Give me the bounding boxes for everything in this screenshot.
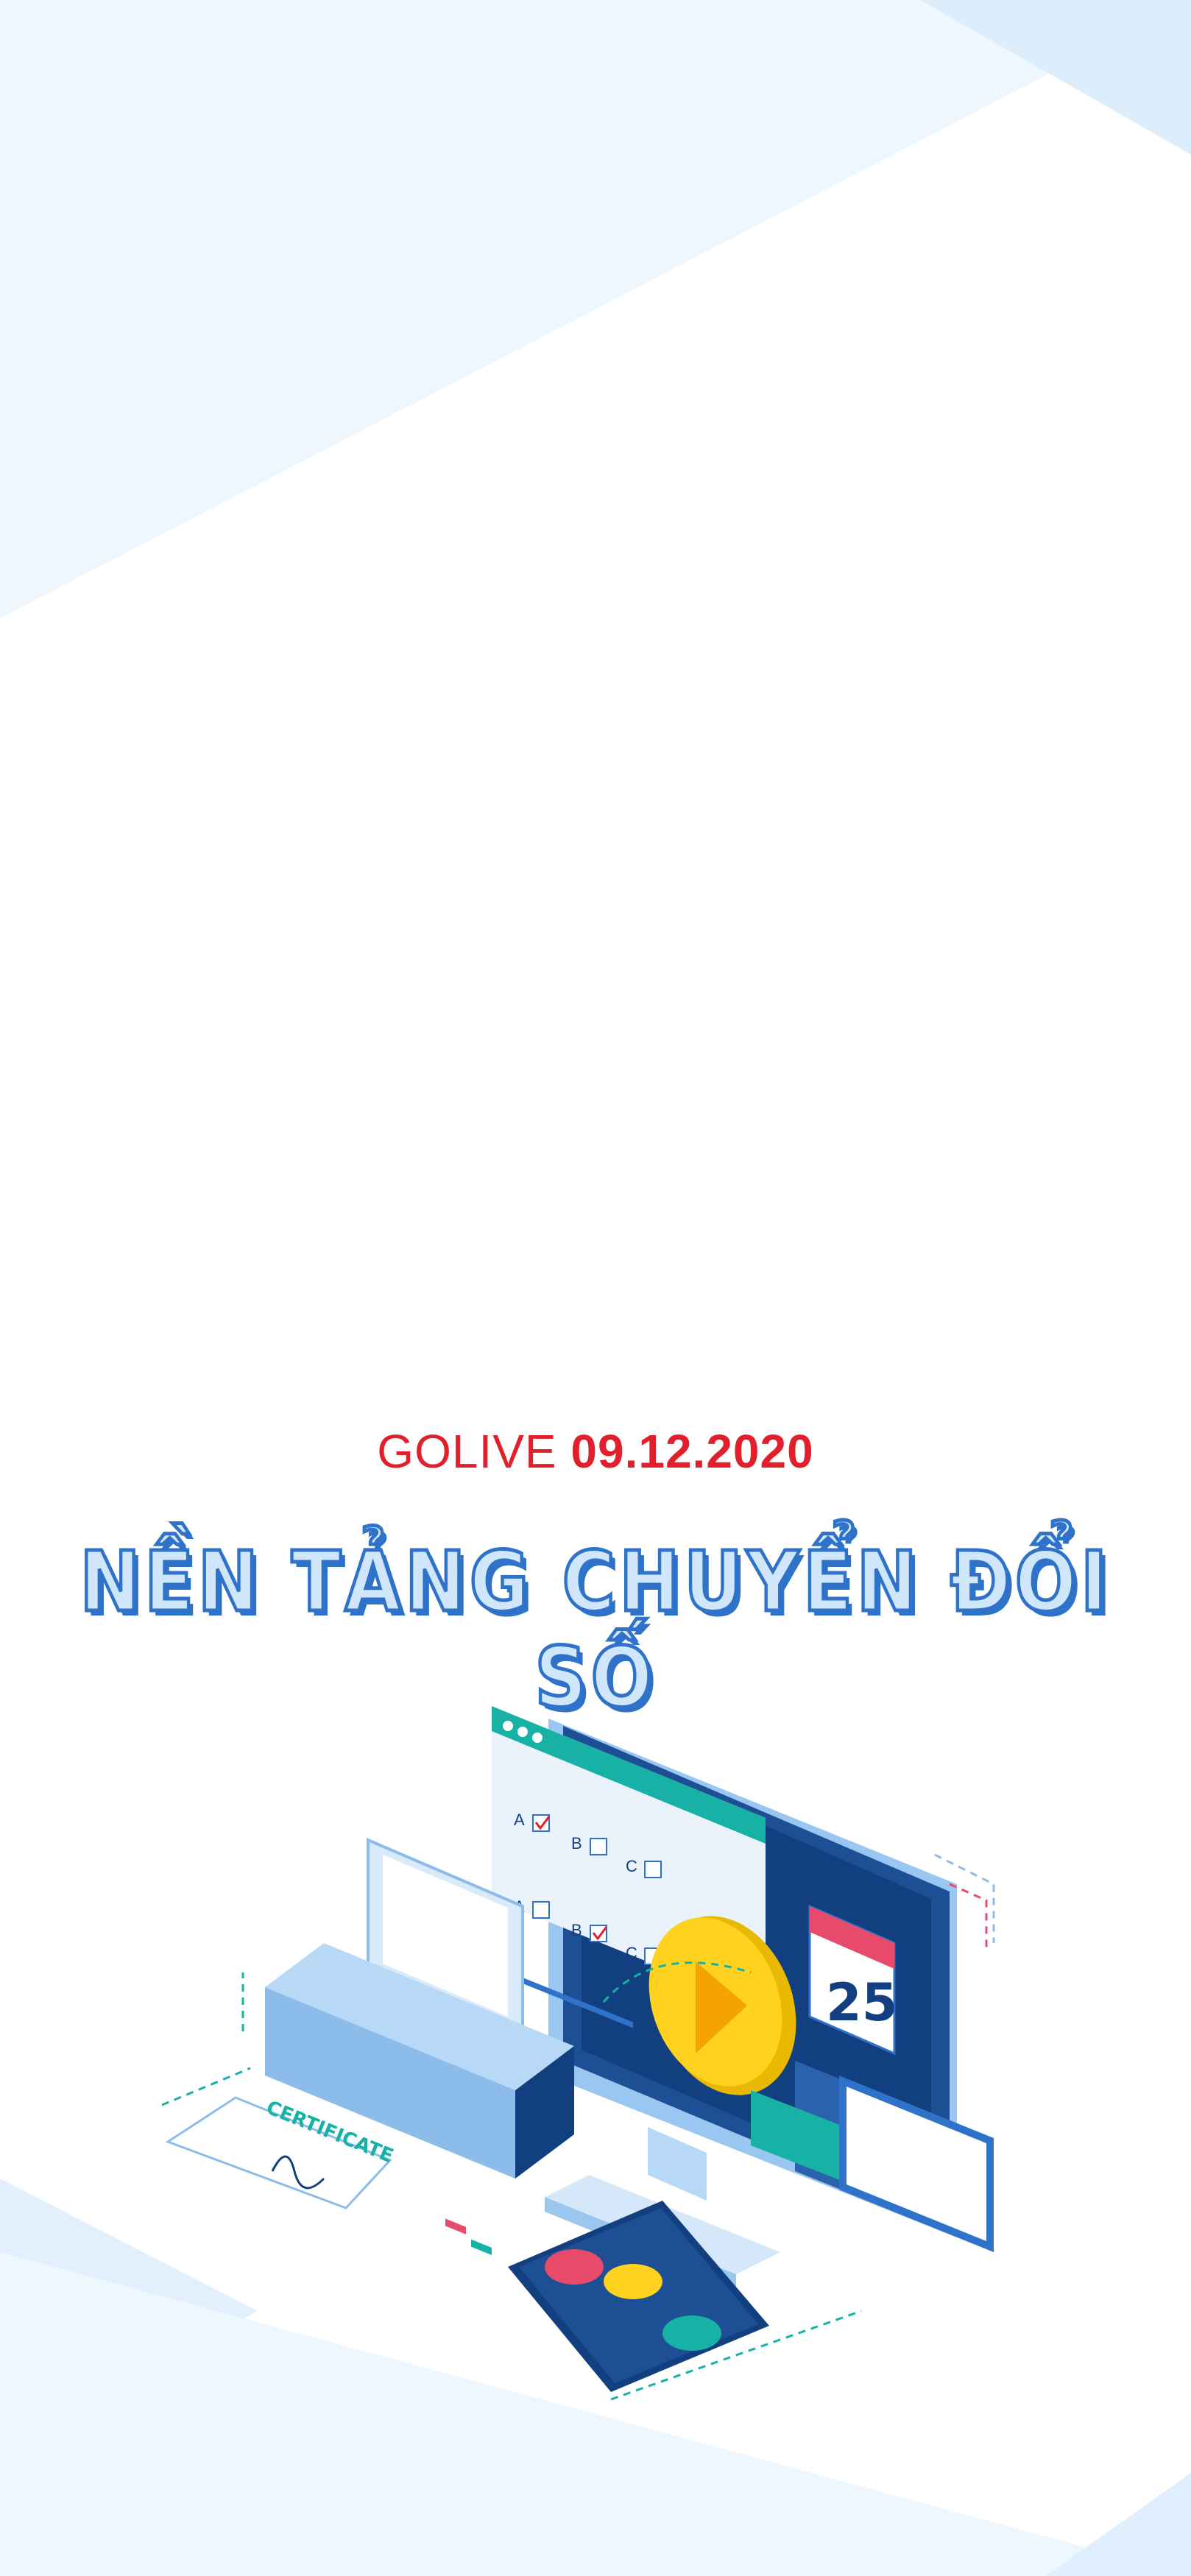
quiz-option-c2: C [626,1944,637,1962]
calendar-day: 25 [826,1972,897,2033]
quiz-option-b1: B [571,1834,582,1853]
quiz-option-a1: A [514,1811,525,1829]
quiz-option-c1: C [626,1857,637,1875]
chat-bubble-icon [751,2076,994,2443]
phone [508,2201,769,2392]
digital-transformation-illustration: A B C A B C 25 [161,1706,995,2443]
quiz-option-b2: B [571,1921,582,1939]
